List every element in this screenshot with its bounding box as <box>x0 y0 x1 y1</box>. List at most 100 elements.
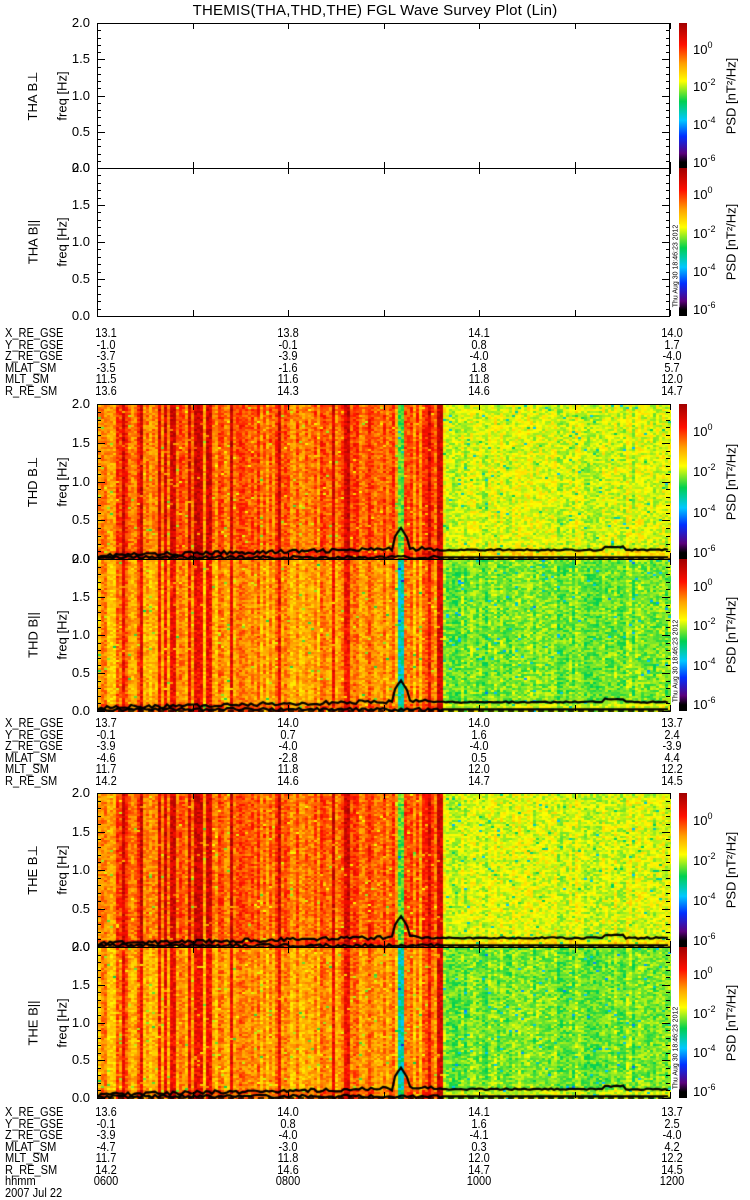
y-axis-label: freq [Hz] <box>54 610 70 660</box>
y-tick <box>97 893 101 895</box>
y-tick <box>97 1082 101 1084</box>
y-tick <box>662 1060 670 1062</box>
tick-base: 10 <box>693 813 708 828</box>
colorbar-tick-label: 10-6 <box>693 930 715 947</box>
y-tick <box>97 793 105 794</box>
tick-exponent: -6 <box>707 695 716 706</box>
tick-base: 10 <box>693 697 708 713</box>
y-tick <box>97 212 101 214</box>
y-tick <box>666 234 670 236</box>
y-tick <box>662 442 670 444</box>
y-tick <box>97 419 101 421</box>
tick-exponent: -6 <box>707 931 716 941</box>
spectrogram-image <box>98 794 671 948</box>
y-tick <box>666 877 670 879</box>
y-tick <box>97 139 101 140</box>
x-tick <box>383 23 385 29</box>
y-tick <box>97 466 101 467</box>
colorbar-label: PSD [nT²/Hz] <box>723 57 739 134</box>
y-tick <box>97 73 101 75</box>
y-tick <box>97 153 101 155</box>
y-tick <box>666 604 670 606</box>
y-tick-label: 1.5 <box>71 434 90 450</box>
tick-base: 10 <box>693 1044 708 1060</box>
y-tick <box>97 977 101 979</box>
colorbar-tick-label: 10-6 <box>693 542 715 559</box>
y-tick <box>97 900 101 902</box>
y-tick <box>666 665 670 667</box>
tick-base: 10 <box>693 1005 708 1021</box>
y-tick <box>666 816 670 818</box>
x-tick <box>574 310 576 316</box>
y-tick <box>97 30 101 32</box>
tick-exponent: 0 <box>707 422 713 433</box>
ephemeris-value: 14.6 <box>277 772 299 788</box>
y-tick <box>97 969 101 971</box>
y-tick <box>97 543 101 545</box>
y-tick <box>666 197 670 199</box>
y-tick <box>97 95 105 97</box>
x-tick <box>97 793 98 799</box>
tick-exponent: -2 <box>707 223 716 234</box>
y-tick <box>666 627 670 629</box>
x-tick <box>192 23 194 29</box>
y-tick <box>662 168 670 169</box>
colorbar-tick-label: 100 <box>693 810 712 827</box>
y-tick <box>666 466 670 467</box>
x-tick <box>479 310 480 316</box>
y-tick <box>97 604 101 606</box>
creation-timestamp: Thu Aug 30 18:46:23 2012 <box>672 224 680 308</box>
y-tick-label: 0.5 <box>71 900 90 916</box>
y-tick <box>666 535 670 537</box>
y-tick <box>97 992 101 994</box>
y-tick <box>662 635 670 636</box>
y-tick <box>666 264 670 266</box>
tick-base: 10 <box>693 225 708 241</box>
y-tick <box>97 635 105 636</box>
y-tick <box>97 831 105 833</box>
y-tick <box>666 1052 670 1054</box>
y-tick <box>666 854 670 856</box>
y-tick <box>97 695 101 697</box>
y-tick <box>666 650 670 652</box>
x-tick <box>383 559 385 565</box>
y-tick <box>97 823 101 825</box>
ephemeris-label: R_RE_SM <box>5 772 58 788</box>
y-tick <box>97 566 101 568</box>
tick-exponent: -4 <box>707 114 716 125</box>
y-tick <box>666 146 670 148</box>
y-tick <box>666 117 670 119</box>
y-tick-label: 1.5 <box>71 589 90 604</box>
time-tick-label: 0800 <box>275 1173 301 1188</box>
y-tick <box>666 619 670 621</box>
y-tick <box>97 59 105 61</box>
tick-base: 10 <box>693 187 708 203</box>
x-tick <box>670 793 671 799</box>
y-tick <box>666 574 670 576</box>
y-tick-label: 2.0 <box>71 785 90 800</box>
x-tick <box>192 705 194 711</box>
y-tick <box>97 808 101 810</box>
tick-base: 10 <box>693 464 708 480</box>
y-tick <box>666 800 670 802</box>
y-tick <box>666 30 670 32</box>
colorbar-tick-label: 100 <box>693 421 712 438</box>
y-tick <box>662 831 670 833</box>
y-tick <box>97 427 101 429</box>
x-tick <box>97 559 98 565</box>
colorbar-tick-label: 100 <box>693 964 712 981</box>
y-tick <box>666 808 670 810</box>
y-tick <box>662 1098 670 1099</box>
y-tick <box>666 1082 670 1084</box>
y-tick <box>97 870 105 871</box>
tick-base: 10 <box>693 41 708 57</box>
colorbar-tick-label: 10-2 <box>693 76 715 93</box>
x-tick <box>670 947 671 953</box>
y-tick <box>666 219 670 221</box>
y-tick <box>97 197 101 199</box>
y-tick <box>97 816 101 818</box>
y-tick <box>666 846 670 848</box>
y-tick-label: 0.5 <box>71 1052 90 1068</box>
tick-exponent: -4 <box>707 502 716 513</box>
y-tick <box>662 520 670 522</box>
